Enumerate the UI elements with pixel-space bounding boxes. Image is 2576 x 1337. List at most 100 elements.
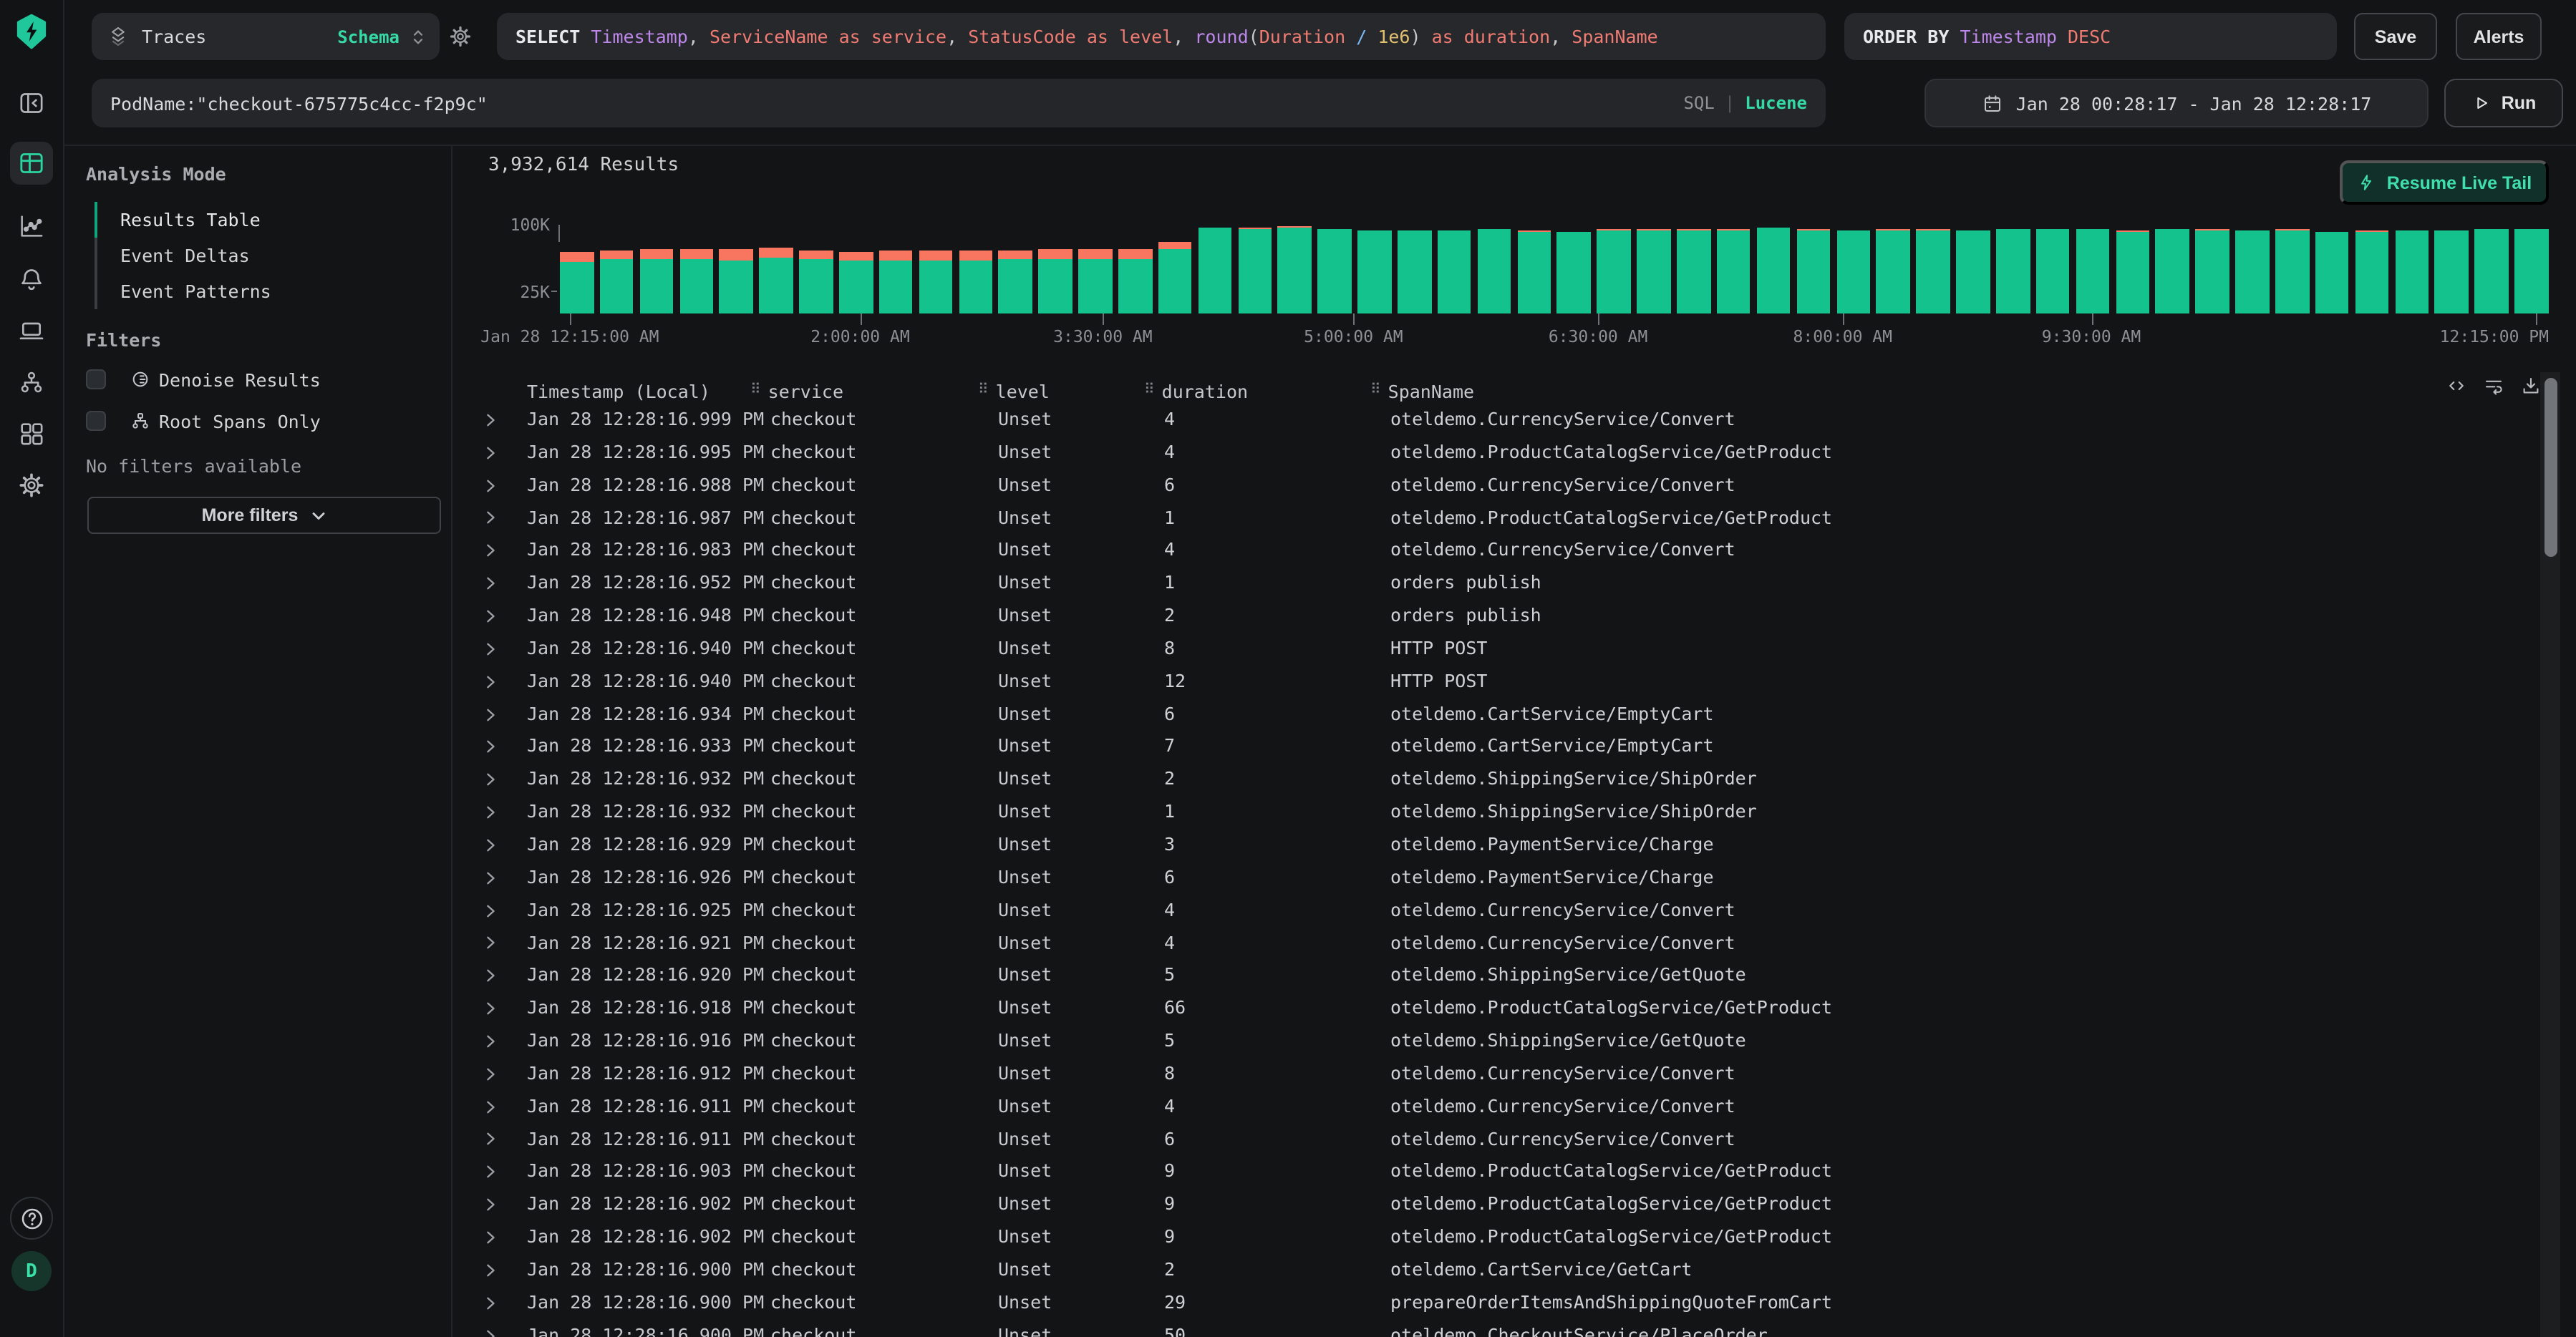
- row-expand-chevron-icon[interactable]: [484, 1295, 510, 1311]
- scrollbar-thumb[interactable]: [2544, 378, 2557, 557]
- row-expand-chevron-icon[interactable]: [484, 706, 510, 722]
- histogram-bar[interactable]: [1956, 230, 1990, 313]
- row-expand-chevron-icon[interactable]: [484, 870, 510, 885]
- table-row[interactable]: Jan 28 12:28:16.934 PMcheckoutUnset6otel…: [452, 698, 2536, 731]
- row-expand-chevron-icon[interactable]: [484, 903, 510, 918]
- histogram-bar[interactable]: [959, 251, 992, 313]
- column-header-timestamp-local-[interactable]: Timestamp (Local): [527, 380, 770, 402]
- row-expand-chevron-icon[interactable]: [484, 804, 510, 820]
- histogram-bar[interactable]: [2036, 229, 2070, 313]
- source-settings-gear-icon[interactable]: [448, 24, 473, 49]
- chart-explorer-icon[interactable]: [17, 212, 46, 240]
- histogram-bar[interactable]: [2235, 230, 2269, 314]
- histogram-bar[interactable]: [639, 249, 673, 314]
- column-header-service[interactable]: ⠿service: [750, 380, 978, 402]
- analysis-mode-event-deltas[interactable]: Event Deltas: [95, 238, 431, 273]
- source-selector[interactable]: Traces Schema: [92, 13, 440, 60]
- table-row[interactable]: Jan 28 12:28:16.916 PMcheckoutUnset5otel…: [452, 1025, 2536, 1058]
- resume-live-tail-button[interactable]: Resume Live Tail: [2340, 160, 2549, 205]
- row-expand-chevron-icon[interactable]: [484, 608, 510, 624]
- drag-handle-icon[interactable]: ⠿: [978, 384, 989, 398]
- root-spans-checkbox[interactable]: [86, 411, 106, 431]
- drag-handle-icon[interactable]: ⠿: [750, 384, 761, 398]
- histogram-bar[interactable]: [1557, 232, 1591, 313]
- histogram-bar[interactable]: [1318, 229, 1352, 313]
- row-expand-chevron-icon[interactable]: [484, 837, 510, 853]
- row-expand-chevron-icon[interactable]: [484, 1099, 510, 1114]
- table-row[interactable]: Jan 28 12:28:16.925 PMcheckoutUnset4otel…: [452, 894, 2536, 927]
- histogram-bar[interactable]: [2156, 229, 2189, 313]
- table-row[interactable]: Jan 28 12:28:16.920 PMcheckoutUnset5otel…: [452, 960, 2536, 993]
- row-expand-chevron-icon[interactable]: [484, 1230, 510, 1245]
- settings-gear-icon[interactable]: [17, 471, 46, 500]
- histogram-bar[interactable]: [1238, 228, 1272, 313]
- analysis-mode-results-table[interactable]: Results Table: [95, 202, 431, 238]
- histogram-bar[interactable]: [1438, 230, 1471, 314]
- table-row[interactable]: Jan 28 12:28:16.926 PMcheckoutUnset6otel…: [452, 862, 2536, 895]
- row-expand-chevron-icon[interactable]: [484, 935, 510, 951]
- table-row[interactable]: Jan 28 12:28:16.911 PMcheckoutUnset6otel…: [452, 1123, 2536, 1156]
- histogram-bar[interactable]: [2435, 230, 2469, 313]
- wrap-text-icon[interactable]: [2483, 375, 2504, 397]
- save-button[interactable]: Save: [2354, 13, 2437, 60]
- search-input[interactable]: PodName:"checkout-675775c4cc-f2p9c" SQL …: [92, 79, 1826, 127]
- table-row[interactable]: Jan 28 12:28:16.900 PMcheckoutUnset2otel…: [452, 1254, 2536, 1287]
- table-row[interactable]: Jan 28 12:28:16.987 PMcheckoutUnset1otel…: [452, 502, 2536, 535]
- table-row[interactable]: Jan 28 12:28:16.940 PMcheckoutUnset8HTTP…: [452, 633, 2536, 666]
- row-expand-chevron-icon[interactable]: [484, 575, 510, 591]
- orderby-input[interactable]: ORDER BY Timestamp DESC: [1844, 13, 2337, 60]
- histogram-bar[interactable]: [2076, 228, 2109, 313]
- histogram-bar[interactable]: [1118, 249, 1152, 314]
- row-expand-chevron-icon[interactable]: [484, 1034, 510, 1049]
- column-header-duration[interactable]: ⠿duration: [1144, 380, 1370, 402]
- sql-select-input[interactable]: SELECT Timestamp, ServiceName as service…: [497, 13, 1826, 60]
- more-filters-button[interactable]: More filters: [87, 497, 441, 534]
- histogram-bar[interactable]: [1517, 231, 1551, 313]
- alerts-button[interactable]: Alerts: [2456, 13, 2542, 60]
- denoise-results-toggle[interactable]: Denoise Results: [86, 368, 321, 391]
- histogram-bar[interactable]: [2315, 231, 2349, 313]
- histogram-bar[interactable]: [1199, 228, 1232, 313]
- hyperdx-logo-icon[interactable]: [13, 13, 50, 50]
- drag-handle-icon[interactable]: ⠿: [1370, 384, 1381, 398]
- histogram-bar[interactable]: [2275, 229, 2309, 313]
- table-scrollbar[interactable]: [2540, 372, 2560, 1337]
- histogram-bar[interactable]: [1357, 231, 1391, 313]
- histogram-bar[interactable]: [679, 250, 713, 313]
- row-expand-chevron-icon[interactable]: [484, 1328, 510, 1337]
- row-expand-chevron-icon[interactable]: [484, 1132, 510, 1147]
- sidebar-item-search-active[interactable]: [10, 142, 53, 185]
- row-expand-chevron-icon[interactable]: [484, 968, 510, 984]
- table-row[interactable]: Jan 28 12:28:16.918 PMcheckoutUnset66ote…: [452, 992, 2536, 1025]
- histogram-bar[interactable]: [1836, 230, 1870, 313]
- histogram-bar[interactable]: [720, 250, 753, 313]
- histogram-bar[interactable]: [799, 251, 833, 313]
- table-row[interactable]: Jan 28 12:28:16.900 PMcheckoutUnset29pre…: [452, 1287, 2536, 1320]
- row-expand-chevron-icon[interactable]: [484, 739, 510, 755]
- table-row[interactable]: Jan 28 12:28:16.911 PMcheckoutUnset4otel…: [452, 1090, 2536, 1123]
- row-expand-chevron-icon[interactable]: [484, 510, 510, 526]
- histogram-bar[interactable]: [600, 251, 634, 313]
- histogram-bar[interactable]: [1916, 229, 1950, 313]
- run-button[interactable]: Run: [2444, 79, 2563, 127]
- table-row[interactable]: Jan 28 12:28:16.921 PMcheckoutUnset4otel…: [452, 927, 2536, 960]
- row-expand-chevron-icon[interactable]: [484, 412, 510, 428]
- column-header-level[interactable]: ⠿level: [978, 380, 1144, 402]
- histogram-bar[interactable]: [2395, 231, 2429, 313]
- table-row[interactable]: Jan 28 12:28:16.995 PMcheckoutUnset4otel…: [452, 437, 2536, 470]
- row-expand-chevron-icon[interactable]: [484, 1165, 510, 1180]
- denoise-checkbox[interactable]: [86, 369, 106, 389]
- user-avatar[interactable]: D: [11, 1251, 52, 1291]
- row-expand-chevron-icon[interactable]: [484, 543, 510, 559]
- table-row[interactable]: Jan 28 12:28:16.940 PMcheckoutUnset12HTT…: [452, 666, 2536, 699]
- table-row[interactable]: Jan 28 12:28:16.929 PMcheckoutUnset3otel…: [452, 829, 2536, 862]
- table-row[interactable]: Jan 28 12:28:16.948 PMcheckoutUnset2orde…: [452, 600, 2536, 633]
- histogram-bar[interactable]: [1996, 229, 2030, 313]
- histogram-bar[interactable]: [1158, 243, 1192, 313]
- table-row[interactable]: Jan 28 12:28:16.932 PMcheckoutUnset1otel…: [452, 796, 2536, 829]
- histogram-bar[interactable]: [2475, 229, 2509, 313]
- histogram-bar[interactable]: [760, 248, 793, 313]
- row-expand-chevron-icon[interactable]: [484, 477, 510, 493]
- help-button[interactable]: [10, 1197, 53, 1240]
- language-sql-option[interactable]: SQL: [1683, 93, 1714, 113]
